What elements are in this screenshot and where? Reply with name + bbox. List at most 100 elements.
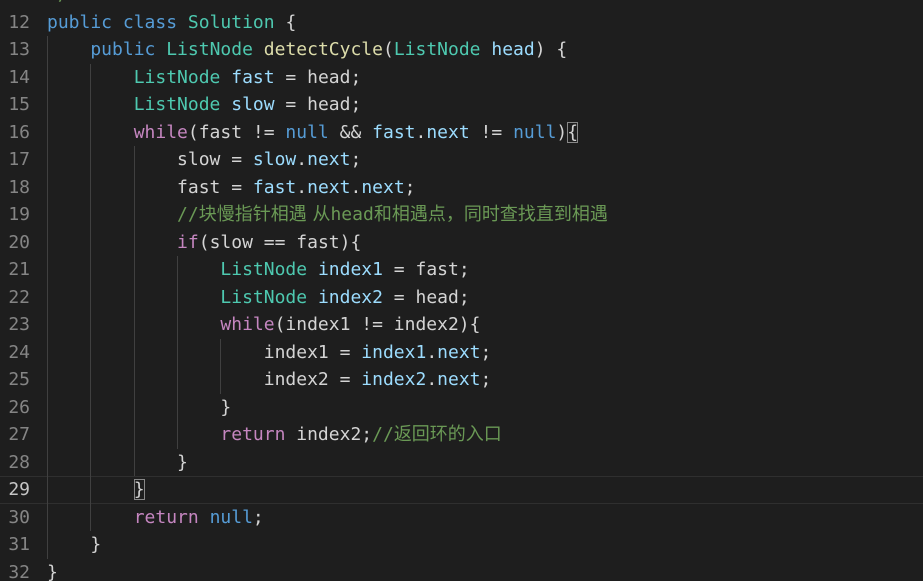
code-line[interactable]: 24 index1 = index1.next; [0, 338, 923, 367]
code-text: ListNode index2 = head; [220, 284, 469, 312]
code-text: } [90, 531, 101, 559]
code-line[interactable]: 16 while(fast != null && fast.next != nul… [0, 118, 923, 147]
code-token: slow [231, 94, 275, 115]
code-token: (index1 != index2){ [274, 314, 481, 335]
code-token: (fast != [187, 121, 286, 143]
code-text: //块慢指针相遇 从head和相遇点，同时查找直到相遇 [177, 201, 608, 229]
line-number: 20 [8, 231, 30, 253]
code-token: fast = [177, 176, 253, 198]
indent-guide [90, 146, 92, 174]
line-number: 29 [8, 479, 30, 500]
indent-guide [90, 366, 92, 394]
code-line[interactable]: 18 fast = fast.next.next; [0, 173, 923, 201]
code-line[interactable]: 32} [0, 559, 923, 581]
code-token: fast [231, 66, 275, 88]
code-token: ListNode [393, 39, 481, 60]
code-line[interactable]: 19 //块慢指针相遇 从head和相遇点，同时查找直到相遇 [0, 201, 923, 229]
code-editor[interactable]: 11*/12public class Solution {13public Li… [0, 0, 923, 581]
code-text: ListNode fast = head; [134, 64, 362, 92]
code-text: index1 = index1.next; [264, 339, 492, 367]
code-text: } [133, 476, 145, 504]
indent-guide [90, 421, 92, 449]
code-line[interactable]: 28} [0, 448, 923, 477]
line-number: 17 [8, 149, 30, 170]
indent-guide [177, 311, 179, 339]
indent-guide [47, 421, 48, 449]
indent-guide [90, 173, 92, 201]
code-text: ListNode index1 = fast; [220, 256, 469, 284]
code-line[interactable]: 14 ListNode fast = head; [0, 63, 923, 92]
code-token: return [220, 424, 286, 445]
indent-guide [177, 283, 179, 311]
code-text: if(slow == fast){ [177, 229, 361, 257]
code-line[interactable]: 29} [0, 476, 923, 504]
code-token: next [426, 121, 470, 143]
code-token: null [209, 506, 253, 528]
line-number: 22 [8, 286, 30, 308]
line-number: 28 [8, 451, 30, 473]
code-token: detectCycle [263, 39, 383, 60]
code-token: // [372, 424, 394, 445]
code-line[interactable]: 13 public ListNode detectCycle(ListNode h… [0, 36, 923, 64]
code-text: public class Solution { [47, 9, 296, 37]
code-token: class [122, 11, 178, 33]
indent-guide [47, 118, 48, 146]
line-number: 14 [8, 66, 30, 88]
code-token: . [415, 121, 427, 143]
indent-guide [177, 256, 179, 284]
code-token: ) [556, 121, 568, 143]
code-token: public [47, 11, 113, 33]
code-token: slow [252, 149, 297, 170]
code-token: = head; [382, 286, 470, 308]
code-line[interactable]: 31} [0, 531, 923, 559]
code-token: = head; [274, 94, 362, 115]
code-line[interactable]: 23 while(index1 != index2){ [0, 311, 923, 339]
code-token: index1 [317, 259, 383, 280]
code-token: } [47, 561, 58, 581]
code-token: if [177, 231, 199, 253]
indent-guide [47, 283, 48, 311]
code-line[interactable]: 12 public class Solution { [0, 9, 923, 37]
code-line[interactable]: 20 if(slow == fast){ [0, 228, 923, 257]
line-number: 24 [8, 341, 30, 363]
code-line[interactable]: 25 index2 = index2.next; [0, 366, 923, 394]
indent-guide [47, 146, 48, 174]
code-token: && [328, 121, 373, 143]
code-token: index1 [361, 341, 427, 363]
code-text: while(index1 != index2){ [220, 311, 480, 339]
code-line[interactable]: 27 return index2;//返回环的入口 [0, 421, 923, 449]
indent-guide [133, 311, 135, 339]
code-token: 块慢指针相遇 从 [198, 204, 331, 225]
code-text: return index2;//返回环的入口 [220, 421, 501, 449]
indent-guide [133, 146, 135, 174]
code-line[interactable]: 22 ListNode index2 = head; [0, 283, 923, 312]
line-number: 13 [8, 39, 30, 60]
code-token: ; [350, 149, 362, 170]
code-token: fast [372, 121, 416, 143]
indent-guide [47, 448, 48, 476]
indent-guide [47, 228, 48, 256]
indent-guide [90, 201, 92, 229]
code-line[interactable]: 21 ListNode index1 = fast; [0, 256, 923, 284]
code-token: ListNode [220, 259, 308, 280]
line-number: 21 [8, 259, 30, 280]
code-line[interactable]: 15 ListNode slow = head; [0, 91, 923, 119]
code-text: while(fast != null && fast.next != null)… [133, 119, 579, 147]
code-line[interactable]: 11 */ [0, 0, 923, 9]
indent-guide [47, 476, 48, 504]
indent-guide [47, 338, 48, 366]
code-line[interactable]: 17 slow = slow.next; [0, 146, 923, 174]
code-line[interactable]: 26} [0, 393, 923, 421]
code-token: while [133, 121, 188, 143]
code-lines: 11*/12public class Solution {13public Li… [0, 0, 923, 581]
indent-guide [47, 503, 48, 531]
code-line[interactable]: 30 return null; [0, 503, 923, 531]
code-text: } [177, 449, 188, 477]
code-token: ListNode [133, 66, 221, 88]
code-token: . [350, 176, 362, 198]
code-token: index1 = [263, 341, 362, 363]
